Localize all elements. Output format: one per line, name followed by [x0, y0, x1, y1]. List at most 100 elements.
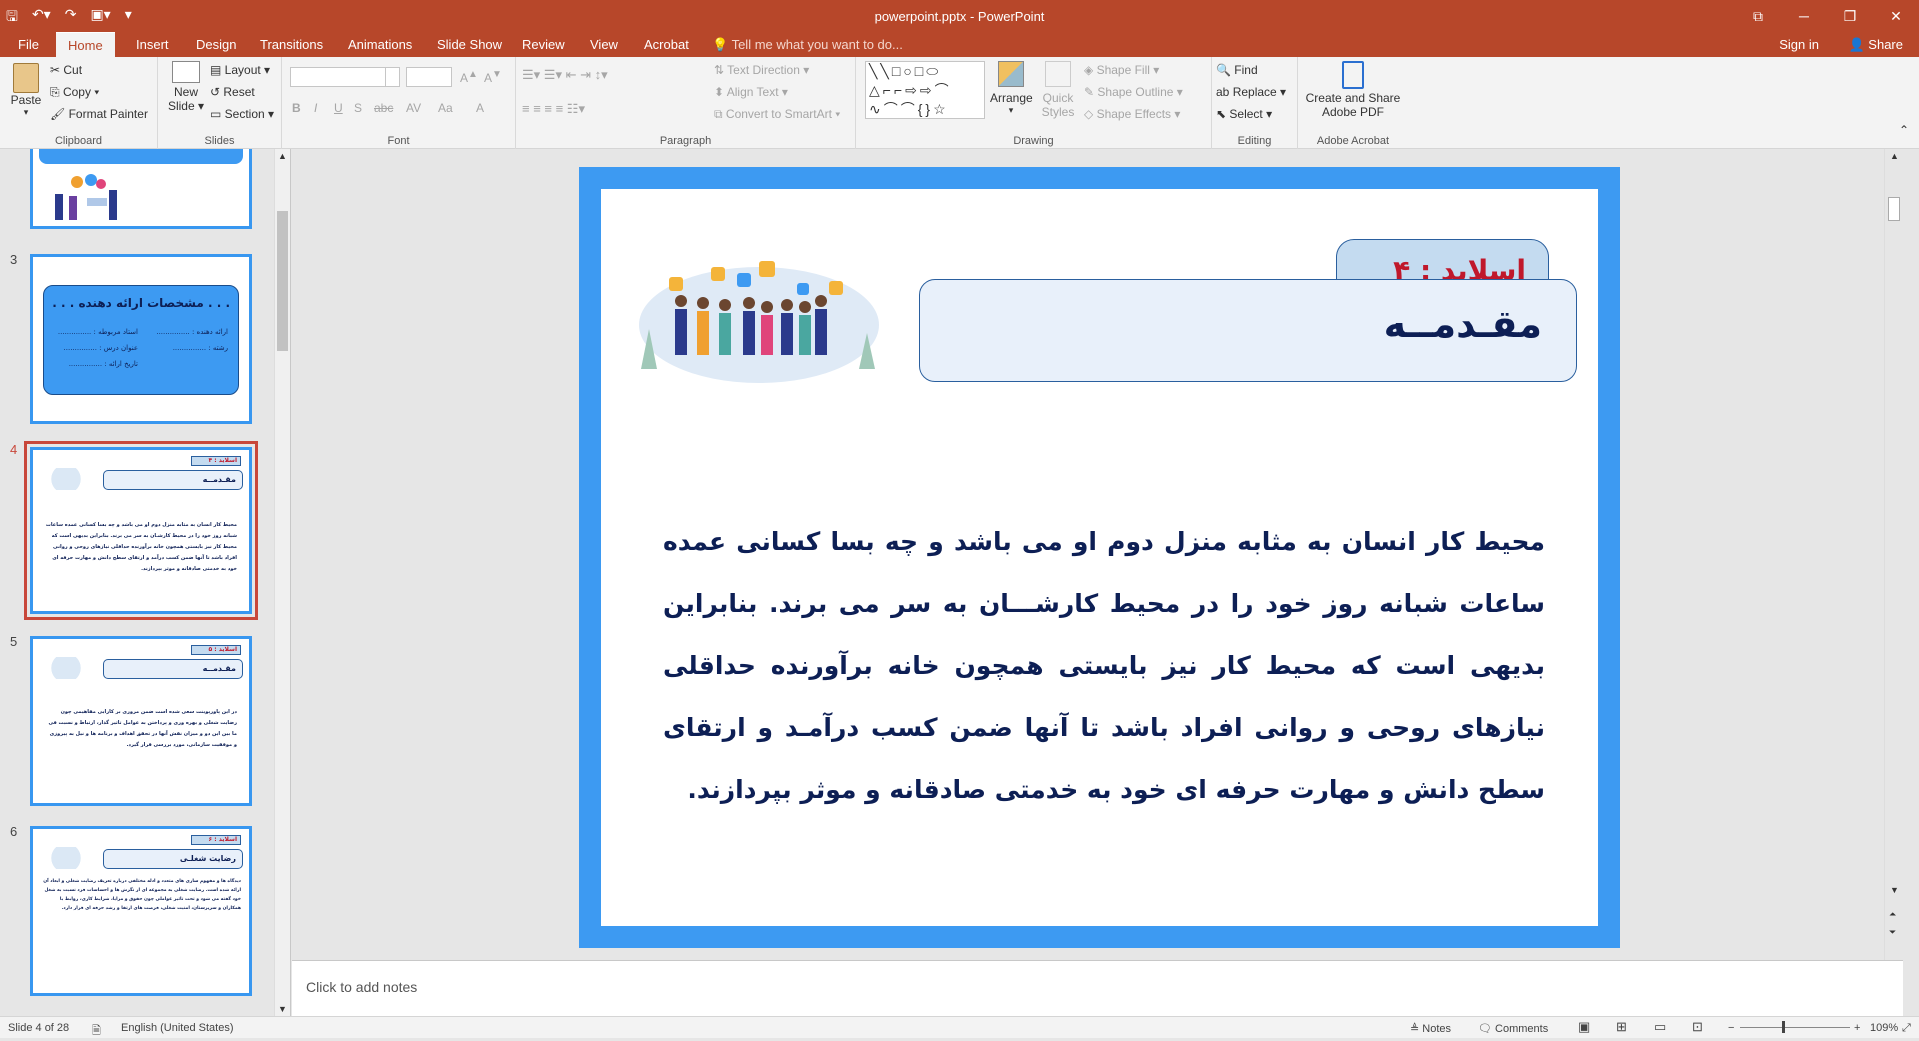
select-button[interactable]: ⬉ Select ▾: [1216, 107, 1272, 121]
tab-animations[interactable]: Animations: [336, 32, 424, 57]
tab-transitions[interactable]: Transitions: [248, 32, 335, 57]
tab-view[interactable]: View: [578, 32, 630, 57]
ribbon-tabs: File Home Insert Design Transitions Anim…: [0, 32, 1919, 57]
decrease-font-icon[interactable]: A▼: [484, 69, 502, 85]
language-indicator[interactable]: English (United States): [121, 1022, 234, 1034]
italic-button[interactable]: I: [314, 101, 317, 115]
person-icon: 👤: [1848, 37, 1869, 52]
font-size-combo[interactable]: [406, 67, 452, 87]
slide-thumbnail-pane: 3 . . . مشخصات ارائه دهنده . . . ارائه د…: [0, 149, 291, 1016]
scroll-up-icon[interactable]: ▲: [1890, 151, 1899, 161]
quick-styles-icon: [1045, 61, 1071, 87]
layout-button[interactable]: ▤ Layout ▾: [210, 63, 270, 77]
slide-thumbnail-4[interactable]: اسلاید : ۴ مقـدمــه محیط کار انسان به مث…: [24, 441, 258, 620]
slide-thumbnail-5[interactable]: اسلاید : ۵ مقـدمــه در این پاورپوینت سعی…: [30, 636, 252, 806]
notes-pane[interactable]: Click to add notes: [292, 960, 1903, 1016]
share-button[interactable]: 👤 Share: [1848, 32, 1903, 57]
text-direction-button[interactable]: ⇅ Text Direction ▾: [714, 63, 809, 77]
cursor-icon: ⬉: [1216, 107, 1230, 121]
slide-thumbnail-2[interactable]: [30, 149, 252, 229]
slide-number-3: 3: [10, 252, 18, 267]
change-case-button[interactable]: Aa: [438, 101, 453, 115]
ribbon-display-options-icon[interactable]: ⧉: [1735, 0, 1781, 32]
ribbon: Paste ▾ ✂ Cut ⎘ Copy ▾ 🖌 Format Painter …: [0, 57, 1919, 149]
slide-thumbnail-3[interactable]: . . . مشخصات ارائه دهنده . . . ارائه دهن…: [30, 254, 252, 424]
copy-button[interactable]: ⎘ Copy ▾: [50, 85, 99, 100]
shadow-button[interactable]: S: [354, 101, 362, 115]
slide-body-text[interactable]: محیط کار انسان به مثابه منزل دوم او می ب…: [663, 511, 1545, 821]
strikethrough-button[interactable]: abc: [374, 101, 393, 115]
comments-toggle[interactable]: 🗨 Comments: [1478, 1022, 1548, 1035]
align-icons[interactable]: ≡ ≡ ≡ ≡ ☷▾: [522, 101, 585, 117]
new-slide-button[interactable]: New Slide ▾: [166, 61, 206, 113]
reading-view-icon[interactable]: ▭: [1654, 1019, 1666, 1035]
team-celebration-illustration-icon: [639, 261, 879, 383]
paste-button[interactable]: Paste ▾: [10, 63, 42, 118]
font-family-dropdown[interactable]: [386, 67, 400, 87]
spelling-check-icon[interactable]: 🗎: [92, 1022, 101, 1041]
quick-styles-button[interactable]: Quick Styles: [1040, 61, 1076, 119]
tab-review[interactable]: Review: [510, 32, 577, 57]
current-slide[interactable]: اسلاید : ۴ مقـدمــه محیط کار انسان به مث…: [579, 167, 1620, 948]
scroll-down-icon[interactable]: ▼: [1890, 885, 1899, 895]
group-editing: 🔍 Find ab Replace ▾ ⬉ Select ▾ Editing: [1212, 57, 1298, 149]
slideshow-view-icon[interactable]: ⊡: [1692, 1019, 1703, 1035]
cut-button[interactable]: ✂ Cut: [50, 63, 82, 77]
normal-view-icon[interactable]: ▣: [1578, 1019, 1590, 1035]
next-slide-icon[interactable]: ⏷: [1889, 927, 1896, 938]
character-spacing-button[interactable]: AV: [406, 101, 421, 115]
format-painter-button[interactable]: 🖌 Format Painter: [50, 107, 148, 121]
fit-slide-icon[interactable]: ⤢: [1902, 1022, 1911, 1035]
tab-file[interactable]: File: [6, 32, 51, 57]
shape-outline-button[interactable]: ✎ Shape Outline ▾: [1084, 85, 1183, 99]
section-icon: ▭: [210, 107, 225, 121]
find-button[interactable]: 🔍 Find: [1216, 63, 1258, 77]
slide-thumbnail-6[interactable]: اسلاید : ۶ رضایت شغلـی دیدگاه ها و مفهوم…: [30, 826, 252, 996]
create-share-pdf-button[interactable]: Create and Share Adobe PDF: [1304, 61, 1402, 119]
reset-button[interactable]: ↺ Reset: [210, 85, 255, 99]
font-color-button[interactable]: A: [476, 101, 484, 115]
slide-number-6: 6: [10, 824, 18, 839]
underline-button[interactable]: U: [334, 101, 343, 115]
scroll-down-icon[interactable]: ▼: [278, 1004, 287, 1014]
font-family-combo[interactable]: [290, 67, 386, 87]
thumbnail-scroll-thumb[interactable]: [277, 211, 288, 351]
slide-number-4: 4: [10, 442, 18, 457]
thumbnail-scrollbar[interactable]: ▲ ▼: [274, 149, 290, 1016]
sign-in-link[interactable]: Sign in: [1779, 32, 1819, 57]
collapse-ribbon-icon[interactable]: ⌃: [1899, 123, 1909, 137]
close-icon[interactable]: ✕: [1873, 0, 1919, 32]
replace-button[interactable]: ab Replace ▾: [1216, 85, 1286, 99]
align-text-button[interactable]: ⬍ Align Text ▾: [714, 85, 788, 99]
slide-scroll-thumb[interactable]: [1888, 197, 1900, 221]
shapes-gallery[interactable]: ╲╲□○□⬭ △⌐⌐⇨⇨⌒ ∿⌒⌒{}☆: [865, 61, 985, 119]
zoom-slider-knob[interactable]: [1782, 1021, 1785, 1033]
convert-smartart-button[interactable]: ⧉ Convert to SmartArt ▾: [714, 107, 840, 122]
increase-font-icon[interactable]: A▲: [460, 69, 478, 85]
zoom-out-icon[interactable]: −: [1728, 1022, 1734, 1034]
comment-icon: 🗨: [1478, 1023, 1496, 1035]
tab-insert[interactable]: Insert: [124, 32, 181, 57]
zoom-slider[interactable]: [1740, 1027, 1850, 1028]
shape-effects-button[interactable]: ◇ Shape Effects ▾: [1084, 107, 1180, 121]
section-button[interactable]: ▭ Section ▾: [210, 107, 274, 121]
slide-scrollbar[interactable]: ▲ ▼ ⏶ ⏷: [1884, 149, 1903, 960]
bullets-icon[interactable]: ☰▾ ☰▾ ⇤ ⇥ ↕▾: [522, 67, 608, 83]
previous-slide-icon[interactable]: ⏶: [1889, 909, 1896, 920]
tell-me-search[interactable]: 💡 Tell me what you want to do...: [712, 32, 903, 57]
zoom-level[interactable]: 109%: [1870, 1022, 1898, 1034]
scroll-up-icon[interactable]: ▲: [278, 151, 287, 161]
tab-home[interactable]: Home: [56, 32, 115, 57]
restore-icon[interactable]: ❐: [1827, 0, 1873, 32]
bold-button[interactable]: B: [292, 101, 301, 115]
slide-sorter-icon[interactable]: ⊞: [1616, 1019, 1627, 1035]
shape-fill-button[interactable]: ◈ Shape Fill ▾: [1084, 63, 1159, 77]
notes-toggle[interactable]: ≜ Notes: [1410, 1022, 1451, 1035]
tab-design[interactable]: Design: [184, 32, 248, 57]
tab-slide-show[interactable]: Slide Show: [425, 32, 514, 57]
tab-acrobat[interactable]: Acrobat: [632, 32, 701, 57]
minimize-icon[interactable]: ─: [1781, 0, 1827, 32]
zoom-in-icon[interactable]: +: [1854, 1022, 1860, 1034]
arrange-button[interactable]: Arrange ▾: [990, 61, 1033, 116]
slide-title[interactable]: مقـدمــه: [919, 279, 1577, 382]
